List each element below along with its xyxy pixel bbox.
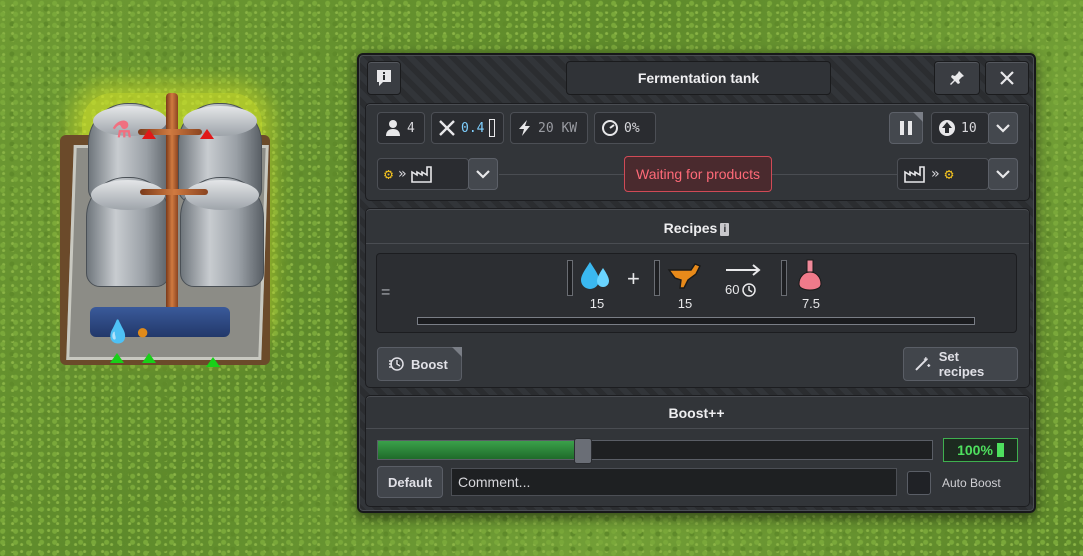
ethanol-amount: 7.5 [801,296,821,311]
info-icon [377,70,391,86]
recipes-heading: Recipes i [359,220,1034,236]
boost-clock-icon [389,357,404,371]
chevron-down-icon [996,170,1010,179]
output-logistics-selector[interactable]: » ⚙ [897,158,989,190]
truck-icon: ⚙ [384,165,394,183]
wand-icon [915,357,931,371]
default-label: Default [387,474,433,490]
pin-button[interactable] [934,61,980,95]
worker-icon [386,120,400,136]
priority-dropdown-button[interactable] [988,112,1018,144]
pin-icon [950,71,964,85]
divider [366,243,1029,244]
input-arrow-icon [142,353,156,363]
maintenance-gauge-icon [489,119,496,137]
power-stat[interactable]: 20 KW [510,112,588,144]
info-button[interactable] [367,61,401,95]
potato-amount: 15 [677,296,693,311]
fermentation-tank-building[interactable]: ⚗ 💧 ● [60,85,280,385]
chevron-down-icon [476,170,490,179]
workers-value: 4 [407,120,415,136]
ethanol-output-icon: ⚗ [112,117,132,142]
divider [366,428,1029,429]
output-arrow-icon [142,129,156,139]
corner-marker [452,347,462,357]
water-amount: 15 [589,296,605,311]
horizontal-pipe-bottom [140,189,208,195]
pause-icon [900,121,912,135]
divider [499,174,624,175]
close-button[interactable] [985,61,1029,95]
boost-plus-title: Boost++ [668,405,725,421]
recipe-progress-bar [417,317,975,325]
ethanol-icon[interactable] [795,258,825,294]
boost-level-fill [378,441,583,459]
factory-icon [904,166,925,183]
power-value: 20 KW [538,120,578,136]
lightning-icon [519,120,530,136]
clock-icon [742,282,757,297]
efficiency-stat[interactable]: 0% [594,112,656,144]
gauge-icon [602,120,618,136]
priority-value: 10 [961,120,977,136]
close-icon [1000,71,1014,85]
potato-icon[interactable] [666,260,704,290]
vertical-pipe [166,93,178,318]
water-input-icon: 💧 [104,319,132,344]
maintenance-value: 0.4 [461,120,485,136]
arrow-right-icon [726,264,761,276]
recipes-title: Recipes [663,220,718,236]
default-button[interactable]: Default [377,466,443,498]
boost-percent-display: 100% [943,438,1018,462]
divider [772,174,897,175]
water-icon[interactable] [578,258,614,294]
boost-percent-value: 100% [957,442,993,458]
recipes-info-icon[interactable]: i [720,222,730,236]
input-buffer-bar [654,260,660,296]
panel-title: Fermentation tank [566,61,831,95]
status-badge: Waiting for products [624,156,772,192]
pause-button[interactable] [889,112,923,144]
drag-handle[interactable]: = [381,284,390,302]
battery-icon [996,443,1004,457]
boost-slider-handle[interactable] [574,438,592,464]
auto-boost-checkbox[interactable] [907,471,931,495]
truck-icon: ⚙ [944,165,954,183]
factory-icon [411,166,433,183]
priority-selector[interactable]: 10 [931,112,989,144]
maintenance-stat[interactable]: 0.4 [431,112,504,144]
set-recipes-label: Set recipes [938,349,985,379]
workers-stat[interactable]: 4 [377,112,425,144]
input-arrow-icon [110,353,124,363]
output-logistics-dropdown[interactable] [988,158,1018,190]
double-chevron-icon: » [931,166,940,182]
double-chevron-icon: » [398,166,407,182]
input-logistics-selector[interactable]: ⚙ » [377,158,469,190]
recipe-duration: 60 [725,282,757,297]
boost-label: Boost [411,356,448,372]
output-arrow-icon [200,129,214,139]
output-buffer-bar [781,260,787,296]
auto-boost-label: Auto Boost [942,476,1001,490]
chevron-down-icon [996,124,1010,133]
set-recipes-button[interactable]: Set recipes [903,347,1018,381]
tools-icon [439,120,455,136]
corner-marker [913,112,923,122]
duration-value: 60 [725,282,740,297]
efficiency-value: 0% [624,120,640,136]
boost-level-slider[interactable] [377,438,933,464]
input-logistics-dropdown[interactable] [468,158,498,190]
input-buffer-bar [567,260,573,296]
potato-input-icon: ● [136,319,150,344]
comment-input[interactable] [451,468,897,496]
building-inspector-panel: Fermentation tank 4 0.4 20 KW 0% 10 ⚙ » … [357,53,1036,513]
recipe-row[interactable]: = 15 + 15 60 7.5 [376,253,1017,333]
input-arrow-icon [206,357,220,367]
plus-operator: + [627,266,640,291]
priority-up-icon [939,120,955,136]
boost-button[interactable]: Boost [377,347,462,381]
